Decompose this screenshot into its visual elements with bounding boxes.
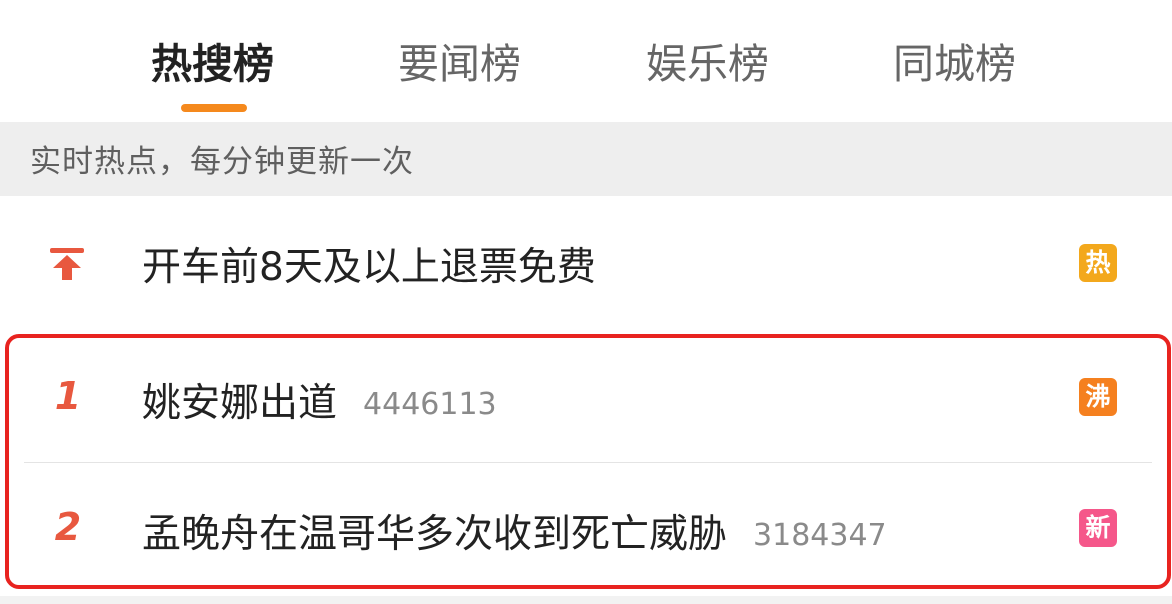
list-item-rank-2[interactable]: 2 孟晚舟在温哥华多次收到死亡威胁 3184347 新 (0, 463, 1172, 591)
tab-local[interactable]: 同城榜 (893, 34, 1016, 94)
list-item-rank-1[interactable]: 1 姚安娜出道 4446113 沸 (0, 334, 1172, 462)
heat-count: 3184347 (753, 518, 887, 553)
subheader-bar: 实时热点，每分钟更新一次 (0, 122, 1172, 196)
new-badge: 新 (1079, 509, 1117, 547)
active-tab-indicator (181, 104, 247, 112)
list-item-title: 姚安娜出道 4446113 (142, 372, 497, 428)
tab-bar: 热搜榜 要闻榜 娱乐榜 同城榜 (0, 0, 1172, 122)
rank-number: 2 (54, 505, 82, 549)
boiling-badge: 沸 (1079, 378, 1117, 416)
list-item-title: 开车前8天及以上退票免费 (142, 245, 596, 290)
topic-title: 孟晚舟在温哥华多次收到死亡威胁 (142, 512, 728, 557)
subheader-text: 实时热点，每分钟更新一次 (30, 144, 414, 180)
bottom-divider (0, 596, 1172, 604)
topic-title: 姚安娜出道 (142, 381, 338, 426)
tab-hot-search[interactable]: 热搜榜 (151, 34, 274, 94)
list-item-pinned[interactable]: 开车前8天及以上退票免费 热 (0, 196, 1172, 332)
hot-badge: 热 (1079, 244, 1117, 282)
hot-search-page: 热搜榜 要闻榜 娱乐榜 同城榜 实时热点，每分钟更新一次 开车前8天及以上退票免… (0, 0, 1172, 604)
tab-news[interactable]: 要闻榜 (398, 34, 521, 94)
rank-number: 1 (54, 374, 82, 418)
tab-entertainment[interactable]: 娱乐榜 (646, 34, 769, 94)
heat-count: 4446113 (363, 387, 497, 422)
list-item-title: 孟晚舟在温哥华多次收到死亡威胁 3184347 (142, 503, 887, 559)
pin-to-top-icon (50, 248, 84, 280)
